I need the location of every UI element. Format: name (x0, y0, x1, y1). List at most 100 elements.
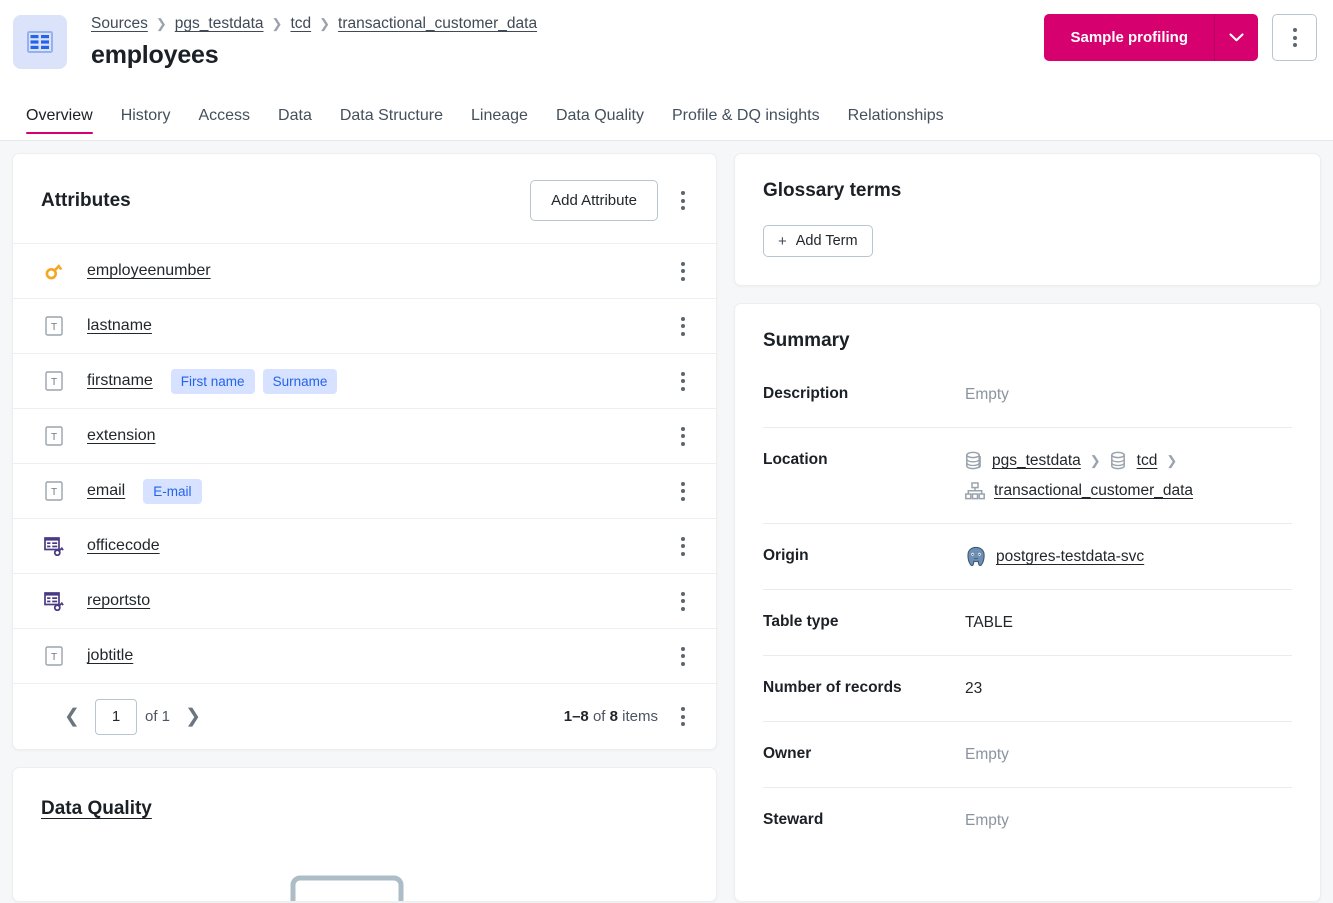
table-row[interactable]: T extension (13, 408, 716, 463)
attributes-overflow-button[interactable] (666, 184, 700, 218)
summary-card: Summary Description Empty Location pgs_t… (734, 303, 1321, 902)
attribute-link[interactable]: reportsto (87, 592, 150, 610)
item-range-label: 1–8 of 8 items (564, 708, 658, 725)
table-row[interactable]: T firstname First name Surname (13, 353, 716, 408)
header-actions: Sample profiling (1044, 14, 1317, 61)
tab-data-quality[interactable]: Data Quality (542, 91, 658, 140)
table-row[interactable]: officecode (13, 518, 716, 573)
tab-history[interactable]: History (107, 91, 185, 140)
summary-row-table-type: Table type TABLE (763, 589, 1292, 655)
row-overflow-button[interactable] (666, 254, 700, 288)
attribute-link[interactable]: email (87, 482, 125, 500)
page-number-input[interactable] (95, 698, 137, 735)
summary-label: Table type (763, 613, 839, 630)
schema-hierarchy-icon (965, 481, 985, 501)
summary-label: Owner (763, 745, 812, 762)
table-row[interactable]: reportsto (13, 573, 716, 628)
header-overflow-button[interactable] (1272, 14, 1317, 61)
location-line-1: pgs_testdata ❯ tcd ❯ (965, 450, 1193, 472)
add-term-button[interactable]: + Add Term (763, 225, 873, 257)
glossary-tag[interactable]: Surname (262, 368, 338, 394)
summary-value: postgres-testdata-svc (965, 546, 1144, 568)
left-column: Attributes Add Attribute employeenumber … (12, 153, 717, 902)
glossary-tag[interactable]: First name (170, 368, 255, 394)
kebab-menu-icon (1292, 28, 1297, 47)
kebab-menu-icon (681, 707, 685, 726)
pagination-overflow-button[interactable] (666, 700, 700, 734)
summary-label: Steward (763, 811, 824, 828)
summary-row-description: Description Empty (763, 360, 1292, 427)
attributes-header: Attributes Add Attribute (13, 154, 716, 243)
kebab-menu-icon (681, 481, 685, 501)
sample-profiling-dropdown-button[interactable] (1214, 14, 1258, 61)
summary-value: Empty (965, 386, 1009, 403)
location-database-link[interactable]: pgs_testdata (992, 450, 1081, 472)
range-suffix: items (617, 708, 658, 725)
tab-label: Overview (26, 106, 93, 124)
summary-value: Empty (965, 812, 1009, 829)
add-attribute-button[interactable]: Add Attribute (530, 180, 658, 221)
chevron-right-icon: ❯ (271, 16, 283, 31)
tab-overview[interactable]: Overview (12, 91, 107, 140)
attribute-link[interactable]: jobtitle (87, 647, 133, 665)
summary-row-steward: Steward Empty (763, 787, 1292, 853)
sample-profiling-button[interactable]: Sample profiling (1044, 14, 1214, 61)
tab-bar: Overview History Access Data Data Struct… (0, 91, 1333, 141)
tab-relationships[interactable]: Relationships (834, 91, 958, 140)
chevron-left-icon[interactable]: ❮ (57, 702, 87, 732)
tab-data-structure[interactable]: Data Structure (326, 91, 457, 140)
row-overflow-button[interactable] (666, 309, 700, 343)
add-term-label: Add Term (795, 233, 858, 249)
tab-profile-dq-insights[interactable]: Profile & DQ insights (658, 91, 834, 140)
tab-lineage[interactable]: Lineage (457, 91, 542, 140)
origin-link[interactable]: postgres-testdata-svc (996, 546, 1144, 568)
row-overflow-button[interactable] (666, 584, 700, 618)
attribute-link[interactable]: lastname (87, 317, 152, 335)
attribute-link[interactable]: firstname (87, 372, 153, 390)
tab-access[interactable]: Access (184, 91, 264, 140)
text-type-icon: T (41, 646, 67, 666)
row-overflow-button[interactable] (666, 364, 700, 398)
glossary-tag[interactable]: E-mail (143, 478, 202, 504)
right-column: Glossary terms + Add Term Summary Descri… (734, 153, 1321, 902)
chevron-right-icon[interactable]: ❯ (178, 702, 208, 732)
summary-title: Summary (763, 330, 850, 351)
breadcrumb-item-pgs-testdata[interactable]: pgs_testdata (175, 14, 264, 34)
summary-row-location: Location pgs_testdata ❯ tcd ❯ transactio… (763, 427, 1292, 523)
data-quality-title[interactable]: Data Quality (41, 798, 152, 820)
row-overflow-button[interactable] (666, 419, 700, 453)
location-schema-link[interactable]: tcd (1137, 450, 1158, 472)
breadcrumb-item-transactional-customer-data[interactable]: transactional_customer_data (338, 14, 537, 34)
summary-label: Origin (763, 547, 809, 564)
table-row[interactable]: T jobtitle (13, 628, 716, 683)
summary-row-owner: Owner Empty (763, 721, 1292, 787)
tab-data[interactable]: Data (264, 91, 326, 140)
tab-label: Data Quality (555, 106, 644, 124)
breadcrumb-item-tcd[interactable]: tcd (290, 14, 311, 34)
kebab-menu-icon (681, 191, 685, 210)
breadcrumb-item-sources[interactable]: Sources (91, 14, 148, 34)
summary-value: TABLE (965, 614, 1013, 631)
location-table-group-link[interactable]: transactional_customer_data (994, 480, 1193, 502)
tab-label: Relationships (847, 106, 944, 124)
svg-text:T: T (51, 487, 57, 498)
text-type-icon: T (41, 316, 67, 336)
attribute-link[interactable]: employeenumber (87, 262, 211, 280)
attribute-link[interactable]: extension (87, 427, 156, 445)
row-overflow-button[interactable] (666, 474, 700, 508)
summary-label: Number of records (763, 679, 902, 696)
database-icon (965, 451, 983, 471)
kebab-menu-icon (681, 426, 685, 446)
kebab-menu-icon (681, 646, 685, 666)
table-row[interactable]: T lastname (13, 298, 716, 353)
table-row[interactable]: T email E-mail (13, 463, 716, 518)
primary-key-icon (41, 261, 67, 281)
range-mid: of (588, 708, 610, 725)
svg-text:T: T (51, 377, 57, 388)
tag-list: First name Surname (170, 368, 338, 394)
table-row[interactable]: employeenumber (13, 243, 716, 298)
row-overflow-button[interactable] (666, 639, 700, 673)
text-type-icon: T (41, 481, 67, 501)
row-overflow-button[interactable] (666, 529, 700, 563)
attribute-link[interactable]: officecode (87, 537, 160, 555)
